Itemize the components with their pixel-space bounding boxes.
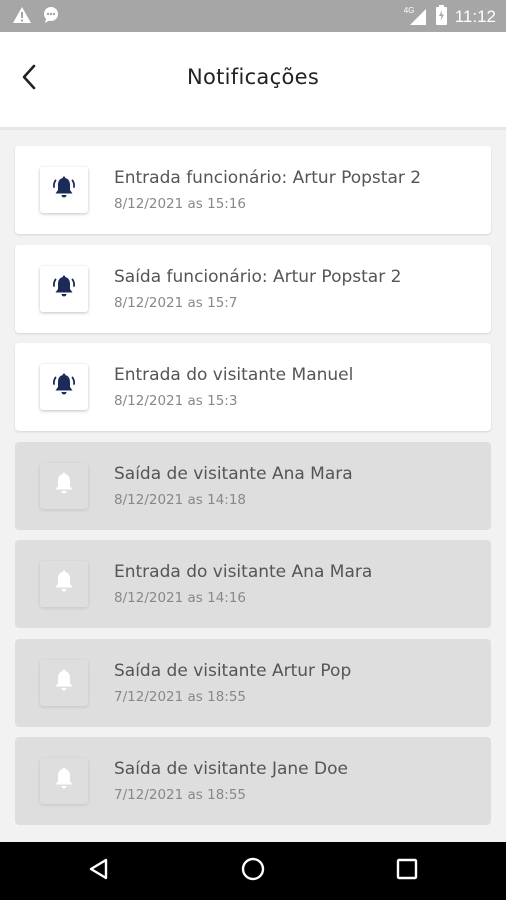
bell-icon xyxy=(51,471,77,501)
bell-ringing-icon xyxy=(51,372,77,402)
notification-icon-box xyxy=(40,265,88,312)
notification-icon-box xyxy=(40,758,88,804)
notification-card[interactable]: Saída de visitante Jane Doe 7/12/2021 as… xyxy=(15,737,491,825)
notification-icon-box xyxy=(40,167,88,213)
notification-icon-box xyxy=(40,462,88,509)
notification-card[interactable]: Entrada do visitante Manuel 8/12/2021 as… xyxy=(15,343,491,431)
app-bar: Notificações xyxy=(0,32,506,130)
notification-title: Saída funcionário: Artur Popstar 2 xyxy=(114,266,402,287)
notification-title: Saída de visitante Artur Pop xyxy=(114,660,352,681)
notification-date: 8/12/2021 as 14:18 xyxy=(114,491,247,508)
notification-date: 7/12/2021 as 18:55 xyxy=(114,787,247,803)
notification-title: Saída de visitante Ana Mara xyxy=(114,463,353,484)
battery-charging-icon xyxy=(435,5,447,29)
status-bar: 4G 11:12 xyxy=(0,0,506,32)
bell-icon xyxy=(51,668,77,698)
bell-icon xyxy=(51,569,77,599)
warning-icon xyxy=(12,6,32,28)
notification-card[interactable]: Entrada do visitante Ana Mara 8/12/2021 … xyxy=(15,540,491,628)
status-time: 11:12 xyxy=(454,7,496,26)
chat-icon xyxy=(42,6,60,28)
notification-title: Saída de visitante Jane Doe xyxy=(114,759,348,779)
system-nav-bar xyxy=(0,842,506,900)
nav-back-button[interactable] xyxy=(84,856,114,886)
notification-title: Entrada do visitante Ana Mara xyxy=(114,562,373,582)
notification-card[interactable]: Saída de visitante Artur Pop 7/12/2021 a… xyxy=(15,638,491,727)
notification-date: 8/12/2021 as 15:16 xyxy=(114,196,247,212)
notification-icon-box xyxy=(40,364,88,410)
home-circle-icon xyxy=(240,856,266,886)
notification-date: 7/12/2021 as 18:55 xyxy=(114,688,247,705)
notification-card[interactable]: Saída funcionário: Artur Popstar 2 8/12/… xyxy=(15,244,491,333)
bell-ringing-icon xyxy=(51,175,77,205)
notification-icon-box xyxy=(40,561,88,607)
nav-home-button[interactable] xyxy=(238,856,268,886)
notification-list: Entrada funcionário: Artur Popstar 2 8/1… xyxy=(15,146,491,836)
notification-date: 8/12/2021 as 14:16 xyxy=(114,590,247,606)
back-triangle-icon xyxy=(87,857,111,885)
notification-card[interactable]: Entrada funcionário: Artur Popstar 2 8/1… xyxy=(15,146,491,234)
status-left-icons xyxy=(12,6,60,28)
notification-card[interactable]: Saída de visitante Ana Mara 8/12/2021 as… xyxy=(15,441,491,530)
bell-ringing-icon xyxy=(51,274,77,304)
nav-recents-button[interactable] xyxy=(392,856,422,886)
status-right-icons: 4G 11:12 xyxy=(404,5,496,29)
recents-square-icon xyxy=(396,858,418,884)
notification-title: Entrada funcionário: Artur Popstar 2 xyxy=(114,168,422,188)
page-title: Notificações xyxy=(186,65,320,89)
notification-date: 8/12/2021 as 15:3 xyxy=(114,393,238,409)
notification-icon-box xyxy=(40,659,88,706)
notification-date: 8/12/2021 as 15:7 xyxy=(114,294,238,311)
bell-icon xyxy=(51,766,77,796)
signal-icon: 4G xyxy=(404,6,428,27)
notification-title: Entrada do visitante Manuel xyxy=(114,365,354,385)
